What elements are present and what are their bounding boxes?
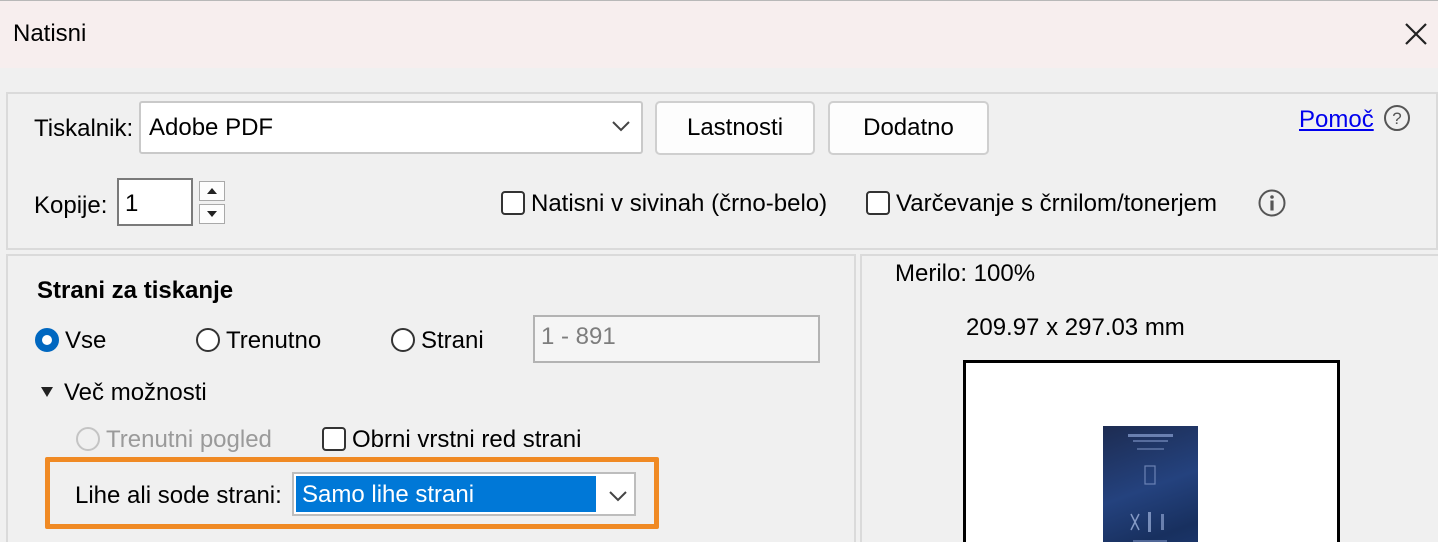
grayscale-label[interactable]: Natisni v sivinah (črno-belo) [531, 190, 827, 218]
reverse-order-label[interactable]: Obrni vrstni red strani [352, 426, 581, 454]
close-icon [1405, 23, 1427, 45]
window-title: Natisni [13, 20, 87, 47]
arrow-up-icon [207, 188, 217, 194]
cover-artwork [1128, 434, 1173, 542]
advanced-button[interactable]: Dodatno [828, 101, 989, 155]
radio-all[interactable] [35, 328, 59, 352]
page-preview [963, 360, 1340, 542]
odd-even-label: Lihe ali sode strani: [75, 482, 282, 509]
reverse-order-checkbox[interactable] [322, 427, 346, 451]
preview-dimensions: 209.97 x 297.03 mm [966, 314, 1185, 341]
printer-select-value: Adobe PDF [149, 114, 274, 141]
chevron-down-icon [612, 121, 630, 132]
copies-input[interactable]: 1 [117, 178, 193, 226]
grayscale-checkbox[interactable] [501, 191, 525, 215]
copies-increment-button[interactable] [199, 181, 225, 201]
page-thumbnail [1103, 426, 1198, 542]
printer-select[interactable]: Adobe PDF [139, 101, 643, 154]
radio-current-view[interactable] [76, 427, 100, 451]
properties-button[interactable]: Lastnosti [655, 101, 815, 155]
odd-even-select-value: Samo lihe strani [296, 476, 596, 512]
radio-all-label[interactable]: Vse [65, 327, 106, 355]
radio-pages-label[interactable]: Strani [421, 327, 484, 355]
odd-even-select[interactable]: Samo lihe strani [292, 472, 636, 516]
help-icon[interactable]: ? [1383, 104, 1411, 132]
current-view-label: Trenutni pogled [106, 426, 272, 453]
ink-saving-label[interactable]: Varčevanje s črnilom/tonerjem [896, 190, 1217, 218]
page-range-input[interactable]: 1 - 891 [533, 315, 820, 363]
radio-pages[interactable] [391, 328, 415, 352]
arrow-down-icon [207, 211, 217, 217]
ink-saving-checkbox[interactable] [866, 191, 890, 215]
svg-text:?: ? [1392, 109, 1401, 128]
chevron-down-icon [609, 491, 627, 502]
pages-heading: Strani za tiskanje [37, 277, 234, 304]
radio-current[interactable] [196, 328, 220, 352]
help-link[interactable]: Pomoč [1299, 106, 1374, 134]
copies-value: 1 [125, 190, 139, 217]
radio-current-label[interactable]: Trenutno [226, 327, 321, 355]
printer-label: Tiskalnik: [34, 115, 134, 142]
title-bar: Natisni [0, 0, 1438, 68]
copies-label: Kopije: [34, 192, 108, 219]
more-options-toggle[interactable]: Več možnosti [64, 379, 207, 407]
preview-scale: Merilo: 100% [895, 260, 1036, 287]
copies-decrement-button[interactable] [199, 204, 225, 224]
triangle-down-icon[interactable] [40, 386, 54, 398]
info-icon[interactable] [1257, 188, 1287, 218]
close-button[interactable] [1394, 9, 1438, 59]
